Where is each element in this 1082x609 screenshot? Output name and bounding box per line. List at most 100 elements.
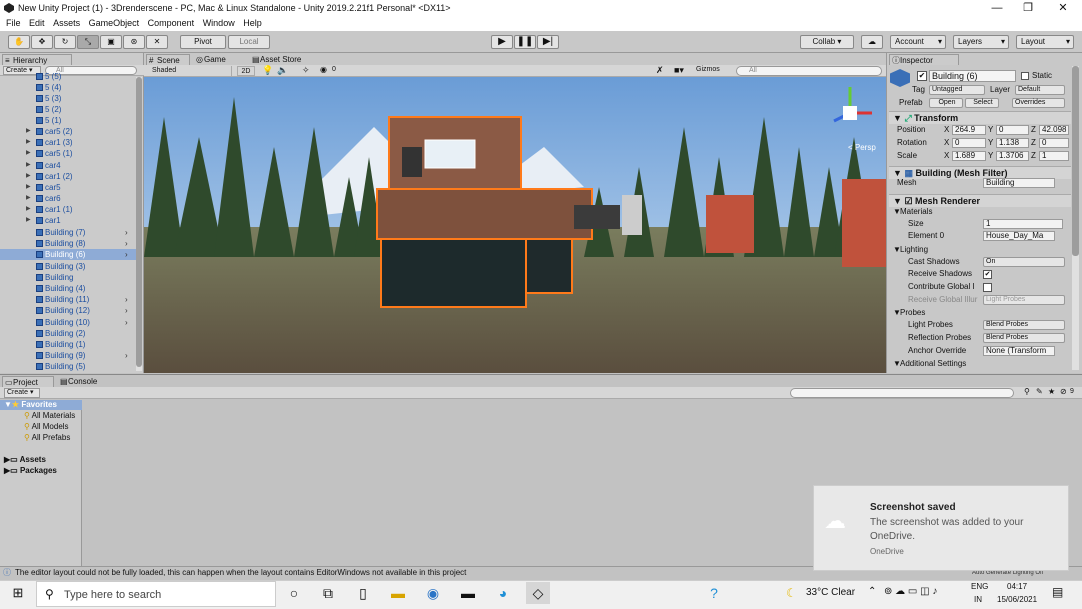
prefab-chevron-icon[interactable]: › [125,305,128,316]
hidden-objects-icon[interactable]: ◉ [320,65,327,74]
console-tab[interactable]: ▤ Console [58,376,110,387]
assets-folder[interactable]: ▶▭ Assets [4,455,46,465]
local-button[interactable]: Local [228,35,270,49]
asset-store-tab[interactable]: ▤ Asset Store [250,54,310,65]
light-toggle-icon[interactable]: 💡 [262,65,273,76]
hierarchy-item[interactable]: ▶ car4 [0,160,137,171]
tray-status-icons[interactable]: ⊚ ☁ ▭ ◫ ♪ [884,586,937,597]
windows-start-icon[interactable]: ⊞ [6,582,30,604]
minimize-button[interactable]: — [982,0,1012,16]
scene-viewport[interactable]: < Persp [144,77,886,373]
hierarchy-item[interactable]: ▶ car5 [0,182,137,193]
project-search-input[interactable] [790,388,1014,398]
chrome-icon[interactable]: ◉ [421,582,445,604]
hierarchy-item[interactable]: ▶ car6 [0,193,137,204]
hand-tool-button[interactable]: ✋ [8,35,30,49]
project-tab[interactable]: ▭ Project [2,376,54,387]
move-tool-button[interactable]: ✥ [31,35,53,49]
expand-arrow-icon[interactable]: ▶ [26,215,31,226]
hierarchy-item[interactable]: Building (8) › [0,238,137,249]
expand-arrow-icon[interactable]: ▶ [26,126,31,137]
transform-header[interactable]: ▼ ⤢ Transform [889,111,1071,124]
menu-help[interactable]: Help [237,16,262,31]
materials-row[interactable]: ▼ Materials [889,206,1071,218]
notification-center-icon[interactable]: ▤ [1052,585,1063,599]
language-label[interactable]: ENG [971,582,988,591]
fav-all-prefabs[interactable]: ⚲ All Prefabs [24,433,70,443]
favorites-row[interactable]: ▼★ Favorites [0,400,82,410]
prefab-chevron-icon[interactable]: › [125,294,128,305]
hierarchy-item[interactable]: 5 (5) [0,71,137,82]
scale-y-field[interactable]: 1.3706 [996,151,1029,161]
menu-file[interactable]: File [0,16,21,31]
additional-settings-row[interactable]: ▼ Additional Settings [889,358,1071,370]
hierarchy-item[interactable]: 5 (2) [0,104,137,115]
inspector-scroll-thumb[interactable] [1072,66,1079,256]
gizmos-dropdown[interactable]: Gizmos [696,66,720,73]
scene-search-input[interactable]: All [736,66,882,76]
prefab-open-button[interactable]: Open [929,98,963,108]
cast-shadows-dropdown[interactable]: On [983,257,1065,267]
anchor-override-field[interactable]: None (Transform [983,346,1055,356]
inspector-tab[interactable]: ⓘ Inspector [889,54,959,65]
hierarchy-item[interactable]: ▶ car5 (1) [0,148,137,159]
account-dropdown[interactable]: Account ▾ [890,35,946,49]
fav-all-models[interactable]: ⚲ All Models [24,422,69,432]
notepad-icon[interactable]: ▯ [351,582,375,604]
hierarchy-item[interactable]: Building (3) [0,261,137,272]
prefab-chevron-icon[interactable]: › [125,227,128,238]
expand-arrow-icon[interactable]: ▶ [26,148,31,159]
position-y-field[interactable]: 0 [996,125,1029,135]
custom-tool-button[interactable]: ✕ [146,35,168,49]
expand-arrow-icon[interactable]: ▶ [26,137,31,148]
hierarchy-item[interactable]: ▶ car1 (2) [0,171,137,182]
layout-dropdown[interactable]: Layout ▾ [1016,35,1074,49]
expand-arrow-icon[interactable]: ▶ [26,182,31,193]
rotation-z-field[interactable]: 0 [1039,138,1069,148]
element0-field[interactable]: House_Day_Ma [983,231,1055,241]
size-field[interactable]: 1 [983,219,1063,229]
step-button[interactable]: ▶| [537,35,559,49]
close-button[interactable]: ✕ [1048,0,1078,16]
tag-dropdown[interactable]: Untagged [929,85,985,95]
hierarchy-item[interactable]: ▶ car1 (1) [0,204,137,215]
shading-dropdown[interactable]: Shaded [148,66,232,76]
prefab-select-button[interactable]: Select [965,98,999,108]
region-label[interactable]: IN [974,595,982,604]
hierarchy-item[interactable]: Building (11) › [0,294,137,305]
prefab-chevron-icon[interactable]: › [125,238,128,249]
tray-chevron-icon[interactable]: ⌃ [868,586,876,597]
status-message[interactable]: The editor layout could not be fully loa… [15,567,466,579]
hidden-packages-icon[interactable]: ⊘ [1060,387,1067,396]
object-name-field[interactable]: Building (6) [929,70,1016,82]
hierarchy-item[interactable]: 5 (1) [0,115,137,126]
maximize-button[interactable]: ❐ [1013,0,1043,16]
hierarchy-item[interactable]: Building (2) [0,328,137,339]
prefab-overrides-dropdown[interactable]: Overrides [1012,98,1065,108]
hierarchy-item[interactable]: Building [0,272,137,283]
transform-tool-button[interactable]: ⊛ [123,35,145,49]
fav-all-materials[interactable]: ⚲ All Materials [24,411,75,421]
clock-time[interactable]: 04:17 [1007,582,1027,591]
hierarchy-item[interactable]: Building (5) [0,361,137,372]
mesh-field[interactable]: Building [983,178,1055,188]
expand-arrow-icon[interactable]: ▶ [26,193,31,204]
terminal-icon[interactable]: ▬ [456,582,480,604]
favorite-star-icon[interactable]: ★ [1048,387,1055,396]
menu-component[interactable]: Component [142,16,195,31]
rotation-y-field[interactable]: 1.138 [996,138,1029,148]
hierarchy-item[interactable]: Building (6) › [0,249,137,261]
hierarchy-item[interactable]: Building (10) › [0,317,137,328]
scale-x-field[interactable]: 1.689 [952,151,986,161]
file-explorer-icon[interactable]: ▬ [386,582,410,604]
scale-tool-button[interactable]: ⤡ [77,35,99,49]
expand-arrow-icon[interactable]: ▶ [26,171,31,182]
edge-icon[interactable]: ◕ [491,582,515,604]
menu-edit[interactable]: Edit [23,16,45,31]
menu-gameobject[interactable]: GameObject [83,16,140,31]
scene-tab[interactable]: # Scene [146,54,190,65]
position-x-field[interactable]: 264.9 [952,125,986,135]
lighting-row[interactable]: ▼ Lighting [889,244,1071,256]
layer-dropdown[interactable]: Default [1015,85,1065,95]
prefab-chevron-icon[interactable]: › [125,317,128,328]
